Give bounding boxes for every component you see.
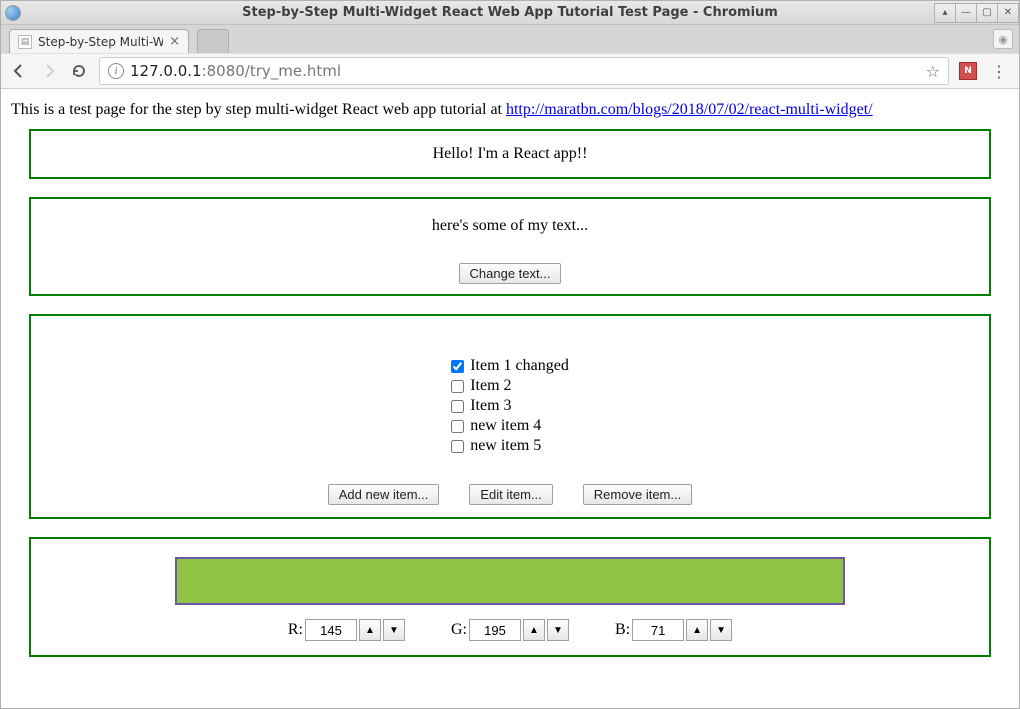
rgb-controls: R: ▲ ▼ G: ▲ ▼ B: ▲ ▼ xyxy=(41,619,979,641)
item-label: new item 5 xyxy=(470,436,541,456)
browser-menu-button[interactable]: ⋮ xyxy=(987,62,1011,81)
reload-icon xyxy=(71,63,87,79)
window-controls: ▴ — ▢ ✕ xyxy=(935,3,1019,23)
g-control: G: ▲ ▼ xyxy=(451,619,569,641)
tab-close-icon[interactable]: × xyxy=(169,34,180,49)
reload-button[interactable] xyxy=(69,61,89,81)
maximize-button[interactable]: ▢ xyxy=(976,3,998,23)
new-tab-button[interactable] xyxy=(197,29,229,53)
item-checkbox[interactable] xyxy=(451,420,464,433)
address-bar[interactable]: i 127.0.0.1:8080/try_me.html ☆ xyxy=(99,57,949,85)
app-window: Step-by-Step Multi-Widget React Web App … xyxy=(0,0,1020,709)
intro-text: This is a test page for the step by step… xyxy=(11,101,1009,119)
g-label: G: xyxy=(451,621,467,639)
list-item: new item 5 xyxy=(451,436,569,456)
r-up-button[interactable]: ▲ xyxy=(359,619,381,641)
checklist: Item 1 changed Item 2 Item 3 new item 4 xyxy=(451,356,569,456)
widget-color-picker: R: ▲ ▼ G: ▲ ▼ B: ▲ ▼ xyxy=(29,537,991,657)
checklist-buttons: Add new item... Edit item... Remove item… xyxy=(41,484,979,505)
g-down-button[interactable]: ▼ xyxy=(547,619,569,641)
editable-text: here's some of my text... xyxy=(41,217,979,235)
chromium-icon xyxy=(5,5,21,21)
r-control: R: ▲ ▼ xyxy=(288,619,405,641)
url-host: 127.0.0.1 xyxy=(130,62,202,80)
r-input[interactable] xyxy=(305,619,357,641)
os-titlebar: Step-by-Step Multi-Widget React Web App … xyxy=(1,1,1019,25)
change-text-button[interactable]: Change text... xyxy=(459,263,562,284)
b-control: B: ▲ ▼ xyxy=(615,619,732,641)
url-path: :8080/try_me.html xyxy=(202,62,341,80)
item-label: Item 1 changed xyxy=(470,356,569,376)
page-content: This is a test page for the step by step… xyxy=(1,89,1019,708)
list-item: Item 2 xyxy=(451,376,569,396)
close-window-button[interactable]: ✕ xyxy=(997,3,1019,23)
profile-button[interactable]: ◉ xyxy=(993,29,1013,49)
item-label: Item 3 xyxy=(470,396,511,416)
intro-prefix: This is a test page for the step by step… xyxy=(11,101,506,118)
widget-hello: Hello! I'm a React app!! xyxy=(29,129,991,179)
tutorial-link[interactable]: http://maratbn.com/blogs/2018/07/02/reac… xyxy=(506,101,873,118)
window-title: Step-by-Step Multi-Widget React Web App … xyxy=(1,5,1019,20)
bookmark-star-icon[interactable]: ☆ xyxy=(926,62,940,81)
add-item-button[interactable]: Add new item... xyxy=(328,484,440,505)
arrow-right-icon xyxy=(41,63,57,79)
widget-text-editor: here's some of my text... Change text... xyxy=(29,197,991,296)
r-label: R: xyxy=(288,621,303,639)
page-favicon-icon: ▤ xyxy=(18,35,32,49)
b-up-button[interactable]: ▲ xyxy=(686,619,708,641)
item-checkbox[interactable] xyxy=(451,440,464,453)
site-info-icon[interactable]: i xyxy=(108,63,124,79)
b-label: B: xyxy=(615,621,630,639)
g-up-button[interactable]: ▲ xyxy=(523,619,545,641)
color-swatch xyxy=(175,557,845,605)
remove-item-button[interactable]: Remove item... xyxy=(583,484,692,505)
extension-icon[interactable]: N xyxy=(959,62,977,80)
item-checkbox[interactable] xyxy=(451,360,464,373)
browser-tab[interactable]: ▤ Step-by-Step Multi-W × xyxy=(9,29,189,53)
r-down-button[interactable]: ▼ xyxy=(383,619,405,641)
item-label: Item 2 xyxy=(470,376,511,396)
item-label: new item 4 xyxy=(470,416,541,436)
rollup-button[interactable]: ▴ xyxy=(934,3,956,23)
edit-item-button[interactable]: Edit item... xyxy=(469,484,552,505)
minimize-button[interactable]: — xyxy=(955,3,977,23)
forward-button xyxy=(39,61,59,81)
url-text: 127.0.0.1:8080/try_me.html xyxy=(130,62,341,80)
g-input[interactable] xyxy=(469,619,521,641)
hello-text: Hello! I'm a React app!! xyxy=(41,145,979,163)
browser-toolbar: i 127.0.0.1:8080/try_me.html ☆ N ⋮ xyxy=(1,53,1019,89)
tab-strip: ▤ Step-by-Step Multi-W × ◉ xyxy=(1,25,1019,53)
b-input[interactable] xyxy=(632,619,684,641)
tab-title: Step-by-Step Multi-W xyxy=(38,35,163,49)
item-checkbox[interactable] xyxy=(451,400,464,413)
list-item: Item 3 xyxy=(451,396,569,416)
list-item: new item 4 xyxy=(451,416,569,436)
widget-checklist: Item 1 changed Item 2 Item 3 new item 4 xyxy=(29,314,991,519)
item-checkbox[interactable] xyxy=(451,380,464,393)
list-item: Item 1 changed xyxy=(451,356,569,376)
back-button[interactable] xyxy=(9,61,29,81)
arrow-left-icon xyxy=(11,63,27,79)
b-down-button[interactable]: ▼ xyxy=(710,619,732,641)
